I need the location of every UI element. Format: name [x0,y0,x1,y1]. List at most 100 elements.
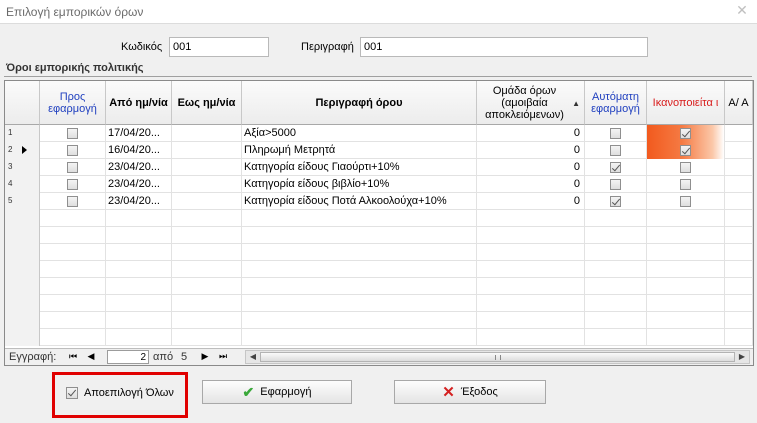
deselect-all-label[interactable]: Αποεπιλογή Όλων [84,387,174,399]
satisfied-checkbox[interactable] [680,128,691,139]
description-cell[interactable]: Πληρωμή Μετρητά [242,142,477,159]
apply-checkbox[interactable] [67,128,78,139]
next-record-icon[interactable]: ▶ [199,351,211,362]
column-header-group[interactable]: Ομάδα όρων (αμοιβαία αποκλειόμενων) ▲ [477,81,585,125]
from-date-cell[interactable] [106,244,172,261]
group-cell[interactable] [477,261,585,278]
description-cell[interactable]: Κατηγορία είδους Ποτά Αλκοολούχα+10% [242,193,477,210]
from-date-cell[interactable] [106,210,172,227]
current-record-input[interactable] [107,350,149,364]
row-header[interactable] [5,227,40,244]
from-date-cell[interactable] [106,295,172,312]
group-cell[interactable] [477,210,585,227]
column-header-to-date[interactable]: Εως ημ/νία [172,81,242,125]
auto-apply-checkbox[interactable] [610,145,621,156]
horizontal-scrollbar[interactable]: ◀ ▶ [245,350,750,364]
apply-checkbox[interactable] [67,196,78,207]
to-date-cell[interactable] [172,176,242,193]
deselect-all-checkbox[interactable] [66,387,78,399]
from-date-cell[interactable] [106,312,172,329]
from-date-cell[interactable]: 23/04/20... [106,193,172,210]
description-cell[interactable] [242,227,477,244]
apply-checkbox[interactable] [67,145,78,156]
to-date-cell[interactable] [172,193,242,210]
group-cell[interactable] [477,278,585,295]
row-header[interactable] [5,312,40,329]
group-cell[interactable]: 0 [477,125,585,142]
code-input[interactable] [169,37,269,57]
to-date-cell[interactable] [172,278,242,295]
from-date-cell[interactable] [106,227,172,244]
description-cell[interactable] [242,244,477,261]
to-date-cell[interactable] [172,210,242,227]
row-header[interactable]: 2 [5,142,40,159]
description-cell[interactable] [242,329,477,346]
description-cell[interactable] [242,261,477,278]
apply-checkbox[interactable] [67,162,78,173]
column-header-apply[interactable]: Προς εφαρμογή [40,81,106,125]
from-date-cell[interactable]: 16/04/20... [106,142,172,159]
auto-apply-checkbox[interactable] [610,128,621,139]
row-header[interactable] [5,295,40,312]
auto-apply-checkbox[interactable] [610,179,621,190]
satisfied-checkbox[interactable] [680,145,691,156]
group-cell[interactable]: 0 [477,176,585,193]
row-header[interactable] [5,329,40,346]
table-row[interactable]: 4 23/04/20... Κατηγορία είδους βιβλίο+10% 0 [5,176,753,193]
description-cell[interactable]: Αξία>5000 [242,125,477,142]
scrollbar-thumb[interactable] [260,352,735,362]
satisfied-checkbox[interactable] [680,179,691,190]
row-header[interactable] [5,261,40,278]
to-date-cell[interactable] [172,261,242,278]
column-header-auto-apply[interactable]: Αυτόματη εφαρμογή [585,81,647,125]
table-row[interactable]: 3 23/04/20... Κατηγορία είδους Γιαούρτι+10… [5,159,753,176]
from-date-cell[interactable]: 23/04/20... [106,159,172,176]
group-cell[interactable] [477,295,585,312]
description-cell[interactable]: Κατηγορία είδους Γιαούρτι+10% [242,159,477,176]
table-row[interactable]: 5 23/04/20... Κατηγορία είδους Ποτά Αλκοολ… [5,193,753,210]
table-row[interactable]: 1 17/04/20... Αξία>5000 0 [5,125,753,142]
group-cell[interactable] [477,329,585,346]
from-date-cell[interactable] [106,261,172,278]
group-cell[interactable]: 0 [477,193,585,210]
group-cell[interactable]: 0 [477,142,585,159]
row-header[interactable] [5,278,40,295]
description-cell[interactable] [242,210,477,227]
scroll-left-icon[interactable]: ◀ [246,351,260,363]
last-record-icon[interactable]: ⏭ [217,351,229,362]
group-cell[interactable] [477,244,585,261]
description-cell[interactable]: Κατηγορία είδους βιβλίο+10% [242,176,477,193]
to-date-cell[interactable] [172,312,242,329]
from-date-cell[interactable] [106,329,172,346]
to-date-cell[interactable] [172,125,242,142]
description-cell[interactable] [242,278,477,295]
satisfied-checkbox[interactable] [680,196,691,207]
column-header-description[interactable]: Περιγραφή όρου [242,81,477,125]
to-date-cell[interactable] [172,329,242,346]
row-header[interactable]: 1 [5,125,40,142]
description-cell[interactable] [242,295,477,312]
group-cell[interactable]: 0 [477,159,585,176]
row-header[interactable]: 3 [5,159,40,176]
description-input[interactable] [360,37,648,57]
group-cell[interactable] [477,312,585,329]
row-header[interactable]: 4 [5,176,40,193]
apply-button[interactable]: ✔ Εφαρμογή [202,380,352,404]
auto-apply-checkbox[interactable] [610,162,621,173]
to-date-cell[interactable] [172,159,242,176]
row-header[interactable] [5,210,40,227]
group-cell[interactable] [477,227,585,244]
to-date-cell[interactable] [172,244,242,261]
from-date-cell[interactable]: 23/04/20... [106,176,172,193]
to-date-cell[interactable] [172,295,242,312]
first-record-icon[interactable]: ⏮ [67,351,79,362]
description-cell[interactable] [242,312,477,329]
column-header-satisfied[interactable]: Ικανοποιείτα ι [647,81,725,125]
apply-checkbox[interactable] [67,179,78,190]
exit-button[interactable]: ✕ Έξοδος [394,380,546,404]
satisfied-checkbox[interactable] [680,162,691,173]
column-header-from-date[interactable]: Από ημ/νία [106,81,172,125]
from-date-cell[interactable]: 17/04/20... [106,125,172,142]
row-header[interactable]: 5 [5,193,40,210]
table-row[interactable]: 2 16/04/20... Πληρωμή Μετρητά 0 [5,142,753,159]
